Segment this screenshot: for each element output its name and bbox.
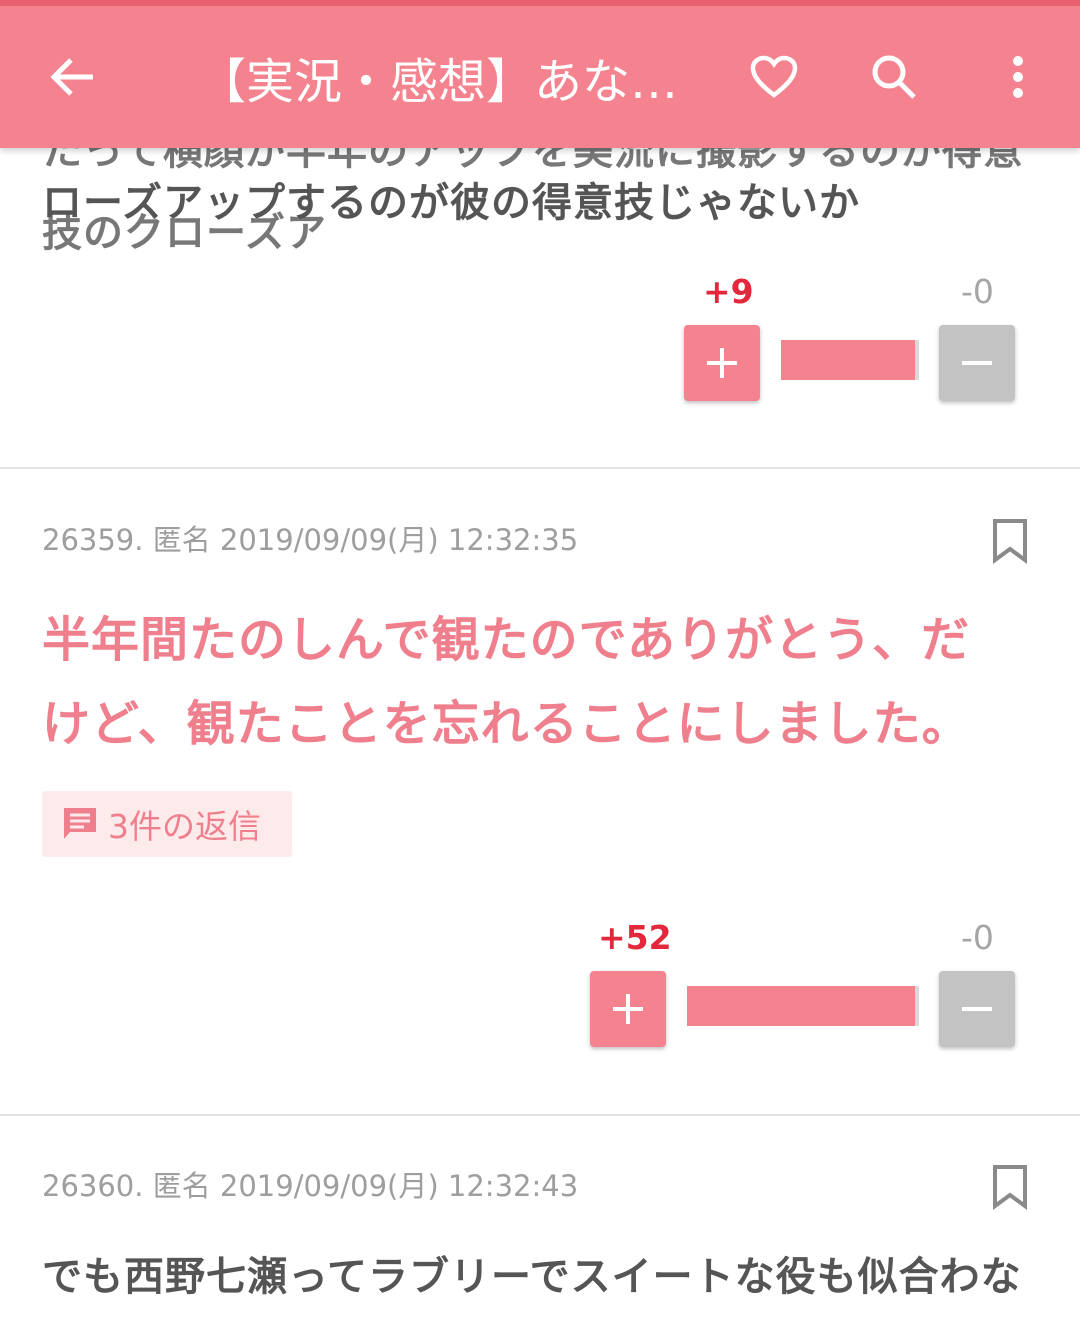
- bookmark-icon: [993, 519, 1027, 564]
- comment-meta: 26360. 匿名 2019/09/09(月) 12:32:43: [42, 1169, 579, 1203]
- app-bar: 【実況・感想】あな…: [0, 0, 1080, 148]
- bookmark-button[interactable]: [990, 518, 1030, 566]
- search-button[interactable]: [846, 6, 942, 148]
- replies-button[interactable]: 3件の返信: [42, 791, 292, 857]
- back-arrow-icon: [50, 58, 93, 96]
- replies-label: 3件の返信: [108, 807, 261, 846]
- comment-meta: 26359. 匿名 2019/09/09(月) 12:32:35: [42, 523, 579, 557]
- minus-vote-count: -0: [961, 918, 994, 957]
- divider: [0, 1114, 1080, 1116]
- plus-vote-button[interactable]: [684, 325, 760, 401]
- back-button[interactable]: [24, 6, 120, 148]
- vote-ratio-bar: [781, 340, 919, 380]
- page-title: 【実況・感想】あな…: [198, 54, 679, 110]
- plus-vote-count: +52: [598, 918, 672, 957]
- more-vert-icon: [1013, 56, 1023, 98]
- plus-icon: [707, 348, 737, 378]
- minus-vote-count: -0: [961, 272, 994, 311]
- minus-icon: [962, 361, 992, 365]
- minus-icon: [962, 1007, 992, 1011]
- minus-vote-button[interactable]: [939, 971, 1015, 1047]
- minus-vote-button[interactable]: [939, 325, 1015, 401]
- plus-icon: [613, 994, 643, 1024]
- plus-vote-button[interactable]: [590, 971, 666, 1047]
- comment-text-line: けど、観たことを忘れることにしました。: [42, 696, 971, 752]
- bookmark-button[interactable]: [990, 1164, 1030, 1212]
- comment-icon: [60, 804, 100, 844]
- comment-text: ローズアップするのが彼の得意技じゃないか: [42, 180, 860, 226]
- divider: [0, 467, 1080, 469]
- favorite-button[interactable]: [726, 6, 822, 148]
- comment-text-line: でも西野七瀬ってラブリーでスイートな役も似合わな: [42, 1254, 1022, 1300]
- plus-vote-count: +9: [703, 272, 754, 311]
- comment-text-line: 半年間たのしんで観たのでありがとう、だ: [42, 612, 971, 668]
- vote-ratio-bar: [687, 986, 919, 1026]
- bookmark-icon: [993, 1165, 1027, 1210]
- search-icon: [872, 55, 916, 99]
- more-menu-button[interactable]: [970, 6, 1066, 148]
- comment-feed: たって横顔が半年のアップを美流に撮影するのが得意技のクローズア ローズアップする…: [0, 0, 1080, 1327]
- heart-icon: [750, 55, 798, 98]
